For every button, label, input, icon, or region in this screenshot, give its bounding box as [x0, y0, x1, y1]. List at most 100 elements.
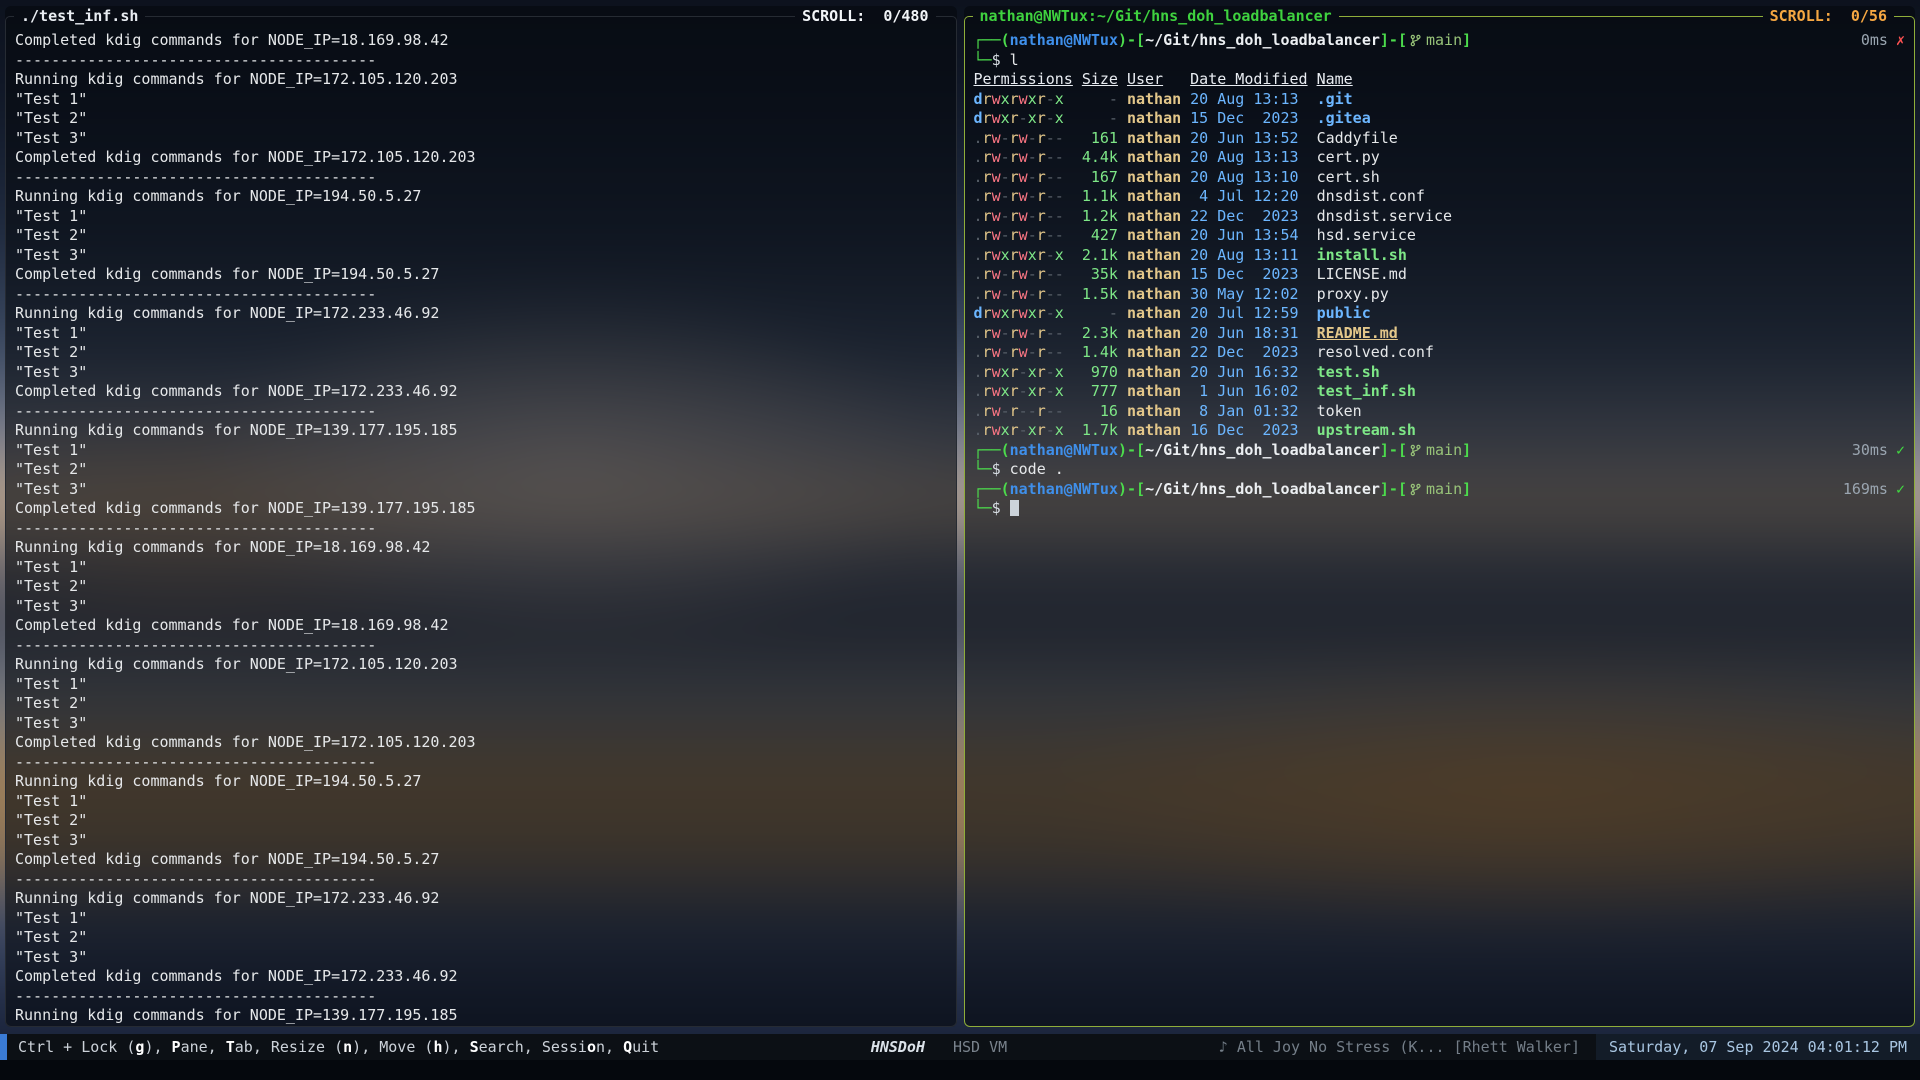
scroll-indicator[interactable]: SCROLL: 0/480: [795, 6, 935, 27]
file-owner: nathan: [1127, 207, 1181, 227]
exit-status-icon: ✓: [1896, 480, 1905, 500]
terminal-line: Completed kdig commands for NODE_IP=18.1…: [15, 31, 947, 51]
scroll-indicator[interactable]: SCROLL: 0/56: [1763, 6, 1894, 27]
file-owner: nathan: [1127, 246, 1181, 266]
keybinding-hints: Ctrl + Lock (g), Pane, Tab, Resize (n), …: [18, 1038, 659, 1056]
file-permissions: .rwxr-xr-x: [974, 363, 1073, 383]
file-name: cert.sh: [1317, 168, 1380, 188]
file-name: public: [1317, 304, 1371, 324]
file-permissions: .rw-rw-r--: [974, 187, 1073, 207]
terminal-line: "Test 1": [15, 207, 947, 227]
prompt-command-line[interactable]: └─$: [974, 499, 1906, 519]
git-branch-icon: [1409, 34, 1422, 47]
col-header-name: Name: [1317, 70, 1353, 90]
file-owner: nathan: [1127, 382, 1181, 402]
clock: Saturday, 07 Sep 2024 04:01:12 PM: [1596, 1034, 1920, 1060]
keybinding-hint: n: [343, 1038, 352, 1056]
terminal-line: "Test 3": [15, 363, 947, 383]
file-size: 16: [1082, 402, 1118, 422]
prompt-frame-glyph: └─: [974, 460, 992, 478]
pane-border-line: [936, 16, 948, 17]
prompt-frame-glyph: ]-[: [1380, 441, 1407, 461]
file-name: test.sh: [1317, 363, 1380, 383]
file-size: 35k: [1082, 265, 1118, 285]
col-header-size: Size: [1082, 70, 1118, 90]
file-owner: nathan: [1127, 90, 1181, 110]
file-size: 167: [1082, 168, 1118, 188]
pane-shell[interactable]: nathan@NWTux:~/Git/hns_doh_loadbalancer …: [964, 6, 1916, 1027]
prompt-line: ┌──(nathan@NWTux)-[~/Git/hns_doh_loadbal…: [974, 480, 1906, 500]
file-name: .gitea: [1317, 109, 1371, 129]
prompt-symbol: $: [992, 499, 1001, 517]
terminal-line: Running kdig commands for NODE_IP=172.10…: [15, 70, 947, 90]
now-playing: ♪All Joy No Stress (K... [Rhett Walker]: [1219, 1038, 1580, 1056]
file-date: 20 Aug 13:13: [1190, 90, 1307, 110]
exit-status-icon: ✗: [1896, 31, 1905, 51]
prompt-branch: main: [1426, 480, 1462, 500]
file-row: .rwxr-xr-x777nathan 1 Jun 16:02test_inf.…: [974, 382, 1906, 402]
terminal-line: "Test 3": [15, 831, 947, 851]
prompt-frame-glyph: ┌──(: [974, 441, 1010, 461]
file-permissions: drwxrwxr-x: [974, 90, 1073, 110]
file-permissions: .rw-rw-r--: [974, 324, 1073, 344]
file-permissions: .rw-rw-r--: [974, 285, 1073, 305]
terminal-line: Running kdig commands for NODE_IP=194.50…: [15, 772, 947, 792]
file-permissions: .rwxrwxr-x: [974, 246, 1073, 266]
file-permissions: drwxrwxr-x: [974, 304, 1073, 324]
file-name: token: [1317, 402, 1362, 422]
terminal-line: Running kdig commands for NODE_IP=18.169…: [15, 538, 947, 558]
prompt-frame-glyph: ]: [1462, 31, 1471, 51]
zellij-workspace: ./test_inf.sh SCROLL: 0/480 Completed kd…: [0, 0, 1920, 1034]
terminal-line: Running kdig commands for NODE_IP=172.23…: [15, 889, 947, 909]
file-owner: nathan: [1127, 285, 1181, 305]
pane-test-inf-sh[interactable]: ./test_inf.sh SCROLL: 0/480 Completed kd…: [5, 6, 957, 1027]
statusbar-accent-bar: [0, 1034, 7, 1060]
file-size: -: [1082, 304, 1118, 324]
keybinding-hint: T: [226, 1038, 235, 1056]
timing-value: 0ms: [1861, 31, 1888, 51]
file-row: .rwxr-xr-x970nathan20 Jun 16:32test.sh: [974, 363, 1906, 383]
file-permissions: .rwxr-xr-x: [974, 382, 1073, 402]
terminal-cursor: [1010, 500, 1019, 516]
terminal-line: "Test 2": [15, 694, 947, 714]
file-owner: nathan: [1127, 324, 1181, 344]
file-owner: nathan: [1127, 402, 1181, 422]
terminal-line: "Test 1": [15, 324, 947, 344]
file-date: 20 Aug 13:11: [1190, 246, 1307, 266]
keybinding-hint: ): [442, 1038, 451, 1056]
terminal-line: Completed kdig commands for NODE_IP=172.…: [15, 148, 947, 168]
keybinding-hint: S: [470, 1038, 479, 1056]
file-row: .rw-r--r--16nathan 8 Jan 01:32token: [974, 402, 1906, 422]
prompt-branch: main: [1426, 31, 1462, 51]
file-name: dnsdist.conf: [1317, 187, 1425, 207]
file-row: .rw-rw-r--427nathan20 Jun 13:54hsd.servi…: [974, 226, 1906, 246]
terminal-line: "Test 2": [15, 928, 947, 948]
file-owner: nathan: [1127, 168, 1181, 188]
prompt-path: ~/Git/hns_doh_loadbalancer: [1145, 31, 1380, 51]
keybinding-hint: n: [596, 1038, 605, 1056]
prompt-frame-glyph: )-[: [1118, 441, 1145, 461]
file-owner: nathan: [1127, 187, 1181, 207]
terminal-line: Running kdig commands for NODE_IP=139.17…: [15, 1006, 947, 1026]
file-name: cert.py: [1317, 148, 1380, 168]
file-name: proxy.py: [1317, 285, 1389, 305]
vm-label: HSD VM: [953, 1038, 1007, 1056]
prompt-frame-glyph: └─: [974, 499, 992, 517]
terminal-line: ----------------------------------------: [15, 285, 947, 305]
terminal-line: "Test 2": [15, 811, 947, 831]
col-header-date-modified: Date Modified: [1190, 70, 1307, 90]
keybinding-hint: Resize (: [271, 1038, 343, 1056]
keybinding-hint: Q: [623, 1038, 632, 1056]
desktop: ./test_inf.sh SCROLL: 0/480 Completed kd…: [0, 0, 1920, 1080]
music-note-icon: ♪: [1219, 1038, 1228, 1056]
file-date: 22 Dec 2023: [1190, 207, 1307, 227]
command-timing: 30ms✓: [1852, 441, 1905, 461]
prompt-symbol: $: [992, 51, 1001, 69]
terminal-line: ----------------------------------------: [15, 636, 947, 656]
terminal-line: Running kdig commands for NODE_IP=194.50…: [15, 187, 947, 207]
file-row: .rw-rw-r--2.3knathan20 Jun 18:31README.m…: [974, 324, 1906, 344]
file-date: 20 Aug 13:13: [1190, 148, 1307, 168]
file-size: 4.4k: [1082, 148, 1118, 168]
right-pane-output: ┌──(nathan@NWTux)-[~/Git/hns_doh_loadbal…: [964, 27, 1916, 1027]
col-header-user: User: [1127, 70, 1181, 90]
